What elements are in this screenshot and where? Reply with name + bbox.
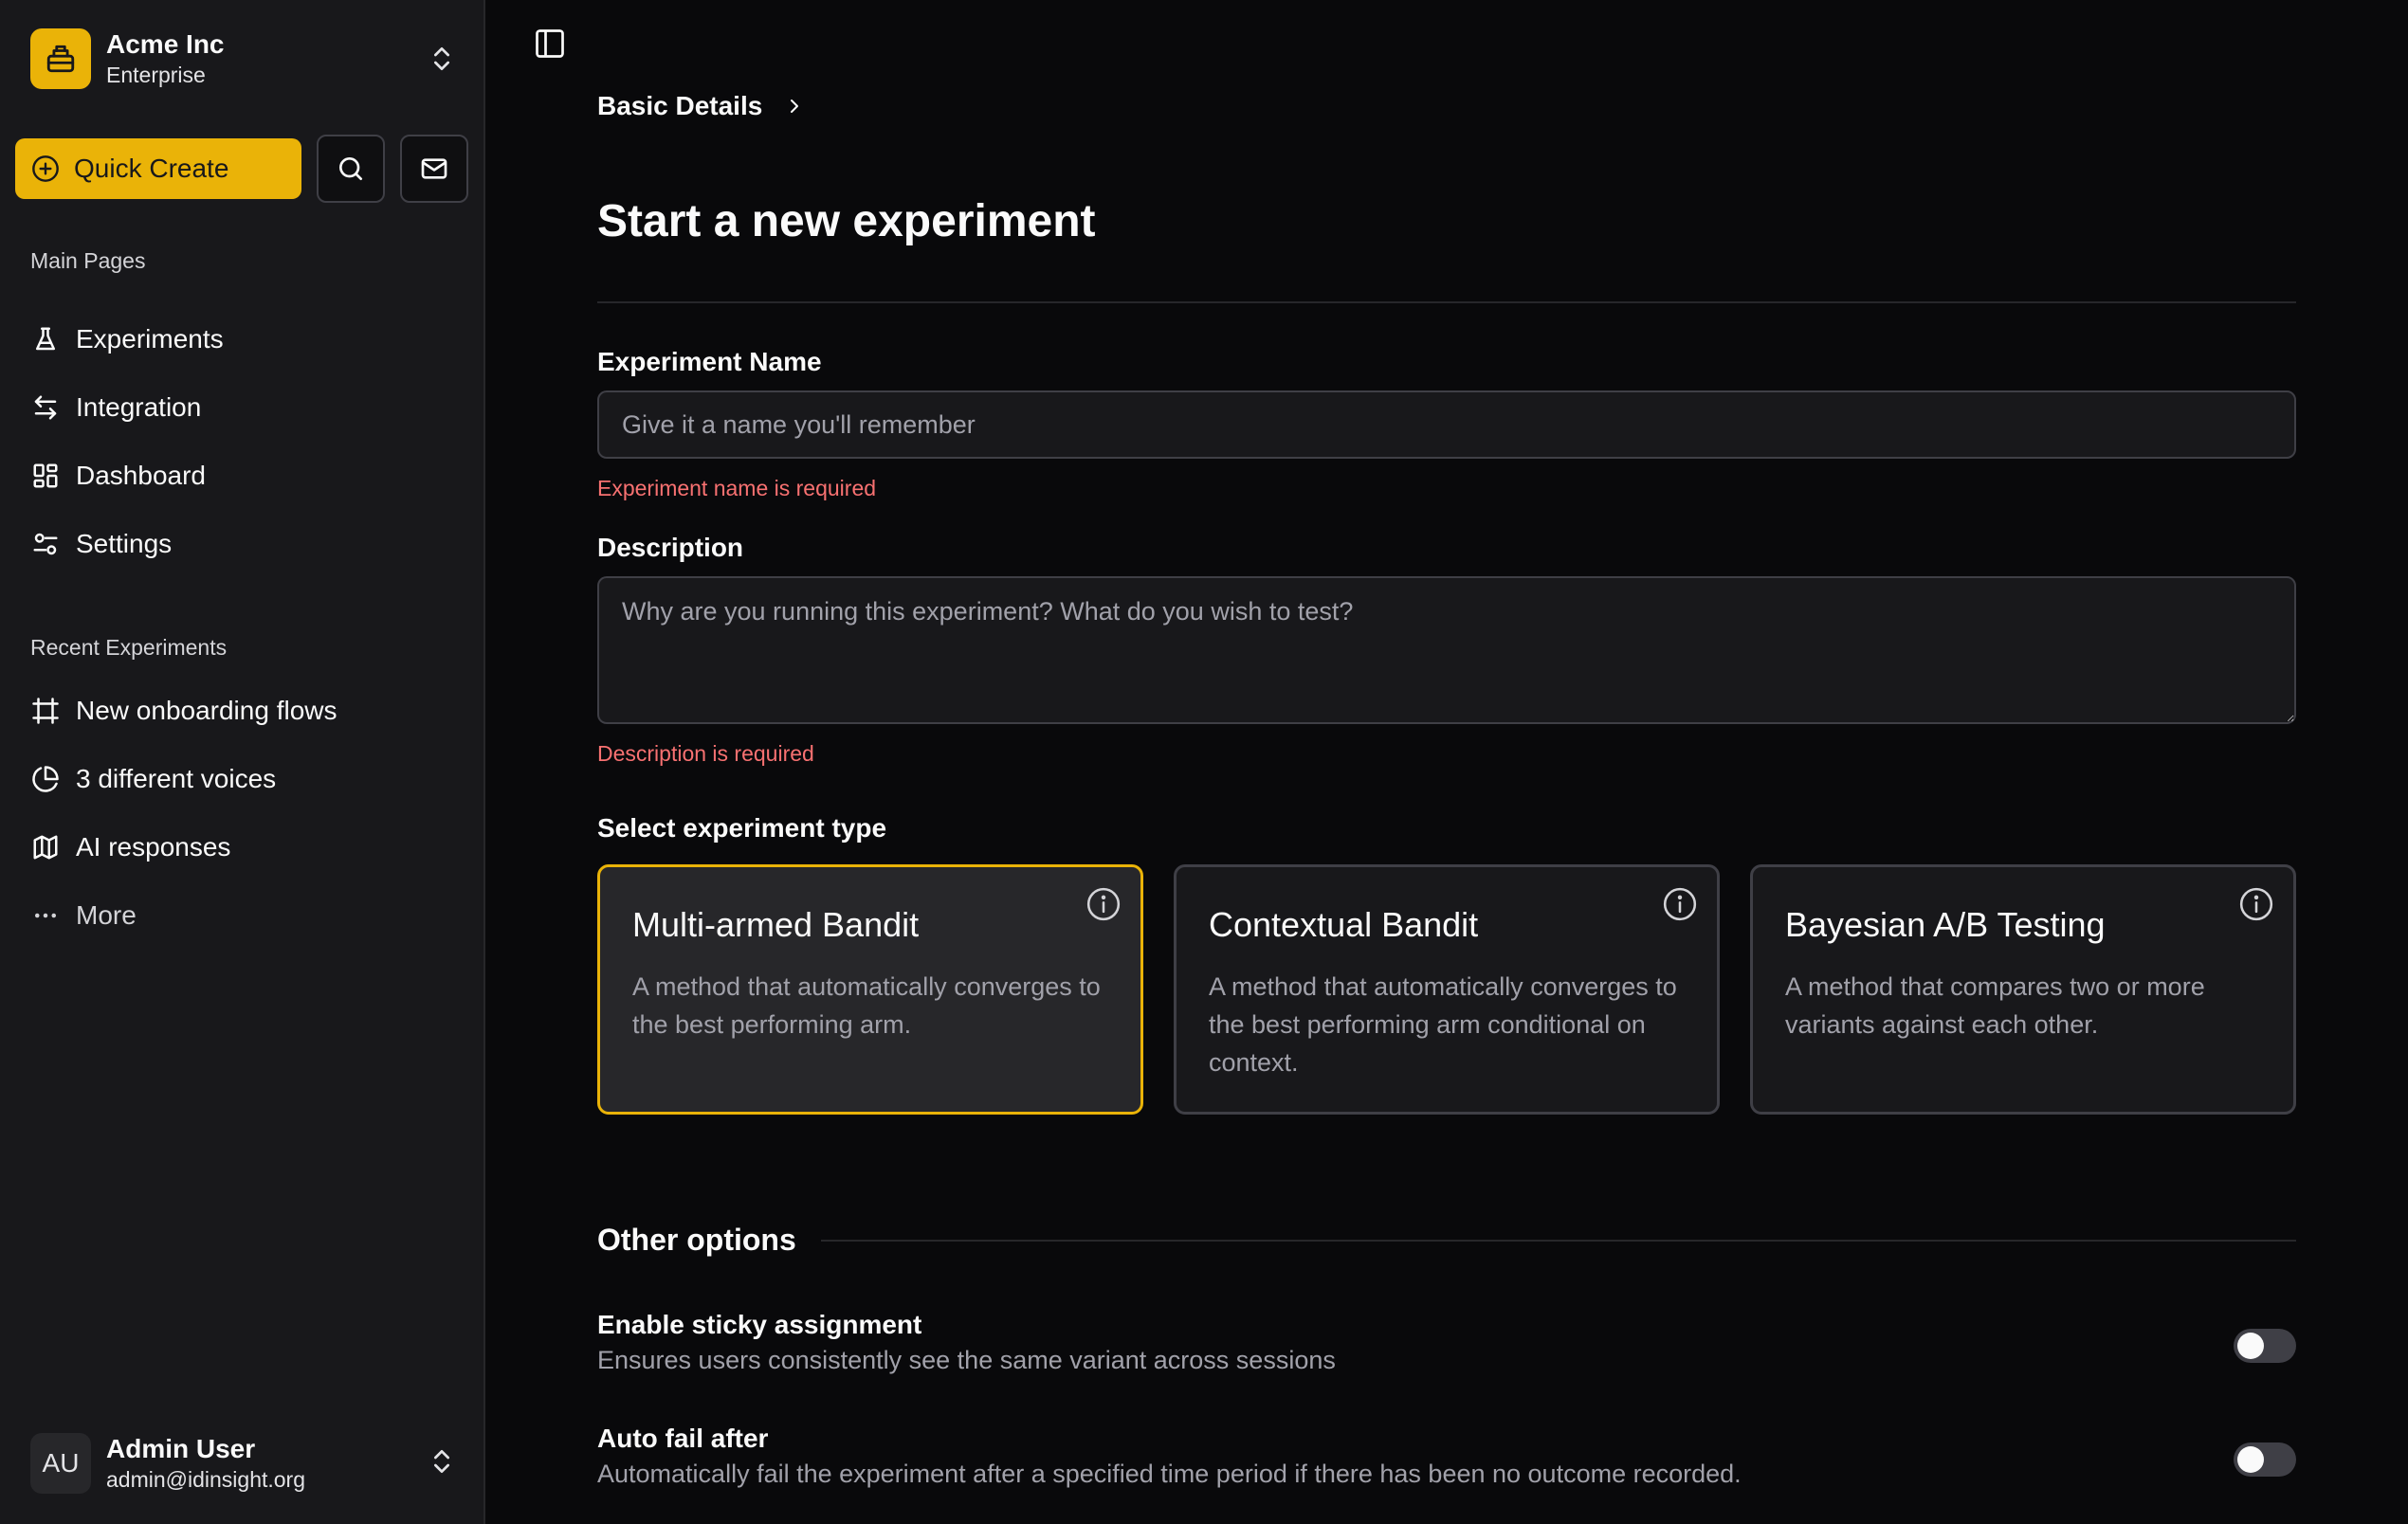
pie-chart-icon — [30, 764, 61, 794]
recent-item-ai-responses[interactable]: AI responses — [30, 821, 447, 874]
main-pages-heading: Main Pages — [30, 248, 146, 273]
chevrons-up-down-icon — [434, 47, 449, 70]
more-button[interactable]: More — [30, 889, 447, 942]
arrows-left-right-icon — [30, 392, 61, 423]
recent-item-label: AI responses — [76, 832, 231, 862]
user-email: admin@idinsight.org — [106, 1467, 306, 1492]
org-name: Acme Inc — [106, 29, 225, 59]
card-description: A method that automatically converges to… — [632, 972, 1101, 1039]
map-icon — [30, 832, 61, 862]
sticky-assignment-toggle[interactable] — [2234, 1329, 2296, 1363]
title-divider — [597, 301, 2296, 303]
info-icon[interactable] — [1662, 886, 1698, 922]
sticky-assignment-description: Ensures users consistently see the same … — [597, 1346, 1336, 1374]
layout-dashboard-icon — [30, 461, 61, 491]
sidebar-toggle-icon[interactable] — [533, 27, 567, 61]
settings-sliders-icon — [30, 529, 61, 559]
user-menu[interactable]: AU Admin User admin@idinsight.org — [30, 1429, 457, 1497]
nav-item-experiments[interactable]: Experiments — [30, 313, 447, 366]
experiment-type-card-bayesian[interactable]: Bayesian A/B Testing A method that compa… — [1750, 864, 2296, 1115]
nav-item-label: Integration — [76, 392, 202, 422]
experiment-name-error: Experiment name is required — [597, 476, 877, 500]
info-icon[interactable] — [2238, 886, 2274, 922]
recent-experiments-heading: Recent Experiments — [30, 635, 228, 660]
card-title: Multi-armed Bandit — [632, 905, 920, 944]
breadcrumb-item: Basic Details — [597, 91, 763, 120]
flask-icon — [30, 324, 61, 354]
plus-circle-icon — [32, 155, 59, 182]
nav-item-dashboard[interactable]: Dashboard — [30, 449, 447, 502]
more-horizontal-icon — [30, 900, 61, 931]
avatar: AU — [30, 1433, 91, 1494]
org-switcher[interactable]: Acme Inc Enterprise — [30, 27, 457, 91]
card-description: A method that compares two or more varia… — [1785, 972, 2205, 1039]
frame-icon — [30, 696, 61, 726]
nav-item-label: Experiments — [76, 324, 224, 354]
recent-item-label: 3 different voices — [76, 764, 277, 793]
recent-item-label: New onboarding flows — [76, 696, 337, 725]
card-description: A method that automatically converges to… — [1209, 972, 1677, 1077]
description-textarea[interactable] — [597, 576, 2296, 724]
other-options-title: Other options — [597, 1223, 796, 1257]
auto-fail-title: Auto fail after — [597, 1424, 769, 1453]
search-button[interactable] — [317, 135, 385, 203]
recent-item-voices[interactable]: 3 different voices — [30, 753, 447, 806]
sidebar: Acme Inc Enterprise Quick Create Main Pa… — [0, 0, 485, 1524]
chevrons-up-down-icon — [434, 1450, 449, 1473]
sticky-assignment-title: Enable sticky assignment — [597, 1310, 922, 1339]
description-label: Description — [597, 533, 744, 562]
experiment-type-card-contextual[interactable]: Contextual Bandit A method that automati… — [1174, 864, 1720, 1115]
experiment-name-label: Experiment Name — [597, 347, 822, 376]
toggle-knob — [2237, 1333, 2264, 1359]
quick-create-button[interactable]: Quick Create — [15, 138, 301, 199]
org-logo-icon — [30, 28, 91, 89]
toggle-knob — [2237, 1446, 2264, 1473]
recent-item-onboarding[interactable]: New onboarding flows — [30, 684, 447, 737]
auto-fail-toggle[interactable] — [2234, 1442, 2296, 1477]
nav-item-settings[interactable]: Settings — [30, 517, 447, 571]
experiment-type-card-mab[interactable]: Multi-armed Bandit A method that automat… — [597, 864, 1143, 1115]
search-icon — [339, 157, 362, 180]
inbox-button[interactable] — [400, 135, 468, 203]
nav-item-label: Settings — [76, 529, 173, 558]
chevron-right-icon — [791, 100, 799, 113]
nav-item-integration[interactable]: Integration — [30, 381, 447, 434]
other-options-divider — [820, 1239, 2296, 1242]
mail-icon — [421, 158, 447, 179]
page-title: Start a new experiment — [597, 196, 1096, 246]
more-label: More — [76, 900, 137, 930]
org-plan: Enterprise — [106, 63, 206, 87]
auto-fail-description: Automatically fail the experiment after … — [597, 1460, 1742, 1488]
info-icon[interactable] — [1085, 886, 1122, 922]
card-title: Bayesian A/B Testing — [1785, 905, 2106, 944]
experiment-name-input[interactable] — [597, 390, 2296, 459]
other-options-header: Other options — [597, 1223, 2296, 1258]
user-name: Admin User — [106, 1434, 256, 1463]
quick-create-label: Quick Create — [74, 154, 229, 183]
breadcrumb[interactable]: Basic Details — [597, 91, 806, 121]
description-error: Description is required — [597, 741, 814, 766]
nav-item-label: Dashboard — [76, 461, 206, 490]
experiment-type-label: Select experiment type — [597, 813, 887, 843]
card-title: Contextual Bandit — [1209, 905, 1479, 944]
